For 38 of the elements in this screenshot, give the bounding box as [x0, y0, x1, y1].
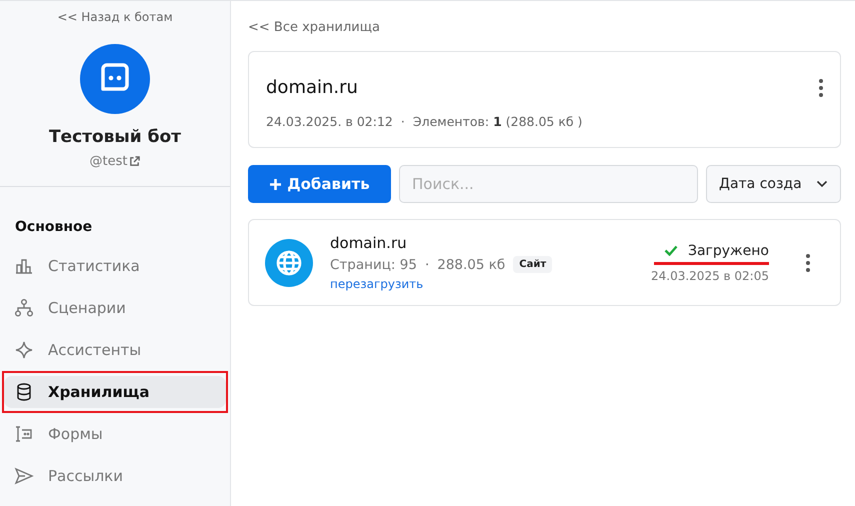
more-icon[interactable]: [819, 78, 823, 96]
section-title: Основное: [14, 219, 94, 237]
storage-summary: Элементов: 1 (288.05 кб ): [412, 114, 582, 129]
reload-link[interactable]: перезагрузить: [330, 277, 634, 291]
back-link[interactable]: << Все хранилища: [248, 20, 841, 35]
nav-item[interactable]: Статистика: [4, 250, 226, 282]
status-label: Загружено: [654, 242, 769, 264]
item-title: domain.ru: [330, 234, 408, 252]
nav-item[interactable]: Сценарии: [4, 292, 226, 324]
type-tag: Сайт: [513, 256, 552, 273]
nav-item[interactable]: Рассылки: [4, 460, 226, 492]
chevron-down-icon: [816, 180, 828, 188]
external-link-icon[interactable]: [129, 156, 140, 167]
search-field[interactable]: Поиск...: [399, 165, 698, 203]
item-size: 288.05 кб: [437, 256, 506, 272]
nav-item[interactable]: Ассистенты: [4, 334, 226, 366]
separator-dot: ·: [424, 256, 430, 272]
hierarchy-icon: [14, 298, 34, 318]
storage-title: domain.ru: [266, 77, 358, 98]
bot-avatar-icon: [80, 44, 150, 114]
globe-icon: [265, 238, 313, 286]
nav-item[interactable]: Формы: [4, 418, 226, 450]
plus-icon: [269, 178, 282, 190]
form-icon: [14, 424, 34, 444]
back-link[interactable]: << Назад к ботам: [57, 10, 173, 24]
add-button[interactable]: Добавить: [248, 165, 391, 203]
bot-handle: @test: [90, 154, 128, 169]
send-icon: [14, 466, 34, 486]
more-icon[interactable]: [806, 254, 810, 272]
sort-dropdown[interactable]: Дата созда: [706, 165, 841, 203]
bot-name: Тестовый бот: [48, 127, 182, 147]
check-icon: [664, 245, 678, 256]
page-count: Страниц: 95: [330, 256, 417, 272]
sparkle-icon: [14, 340, 34, 360]
separator-dot: ·: [400, 114, 405, 129]
nav-item[interactable]: Хранилища: [4, 376, 226, 408]
storage-date: 24.03.2025. в 02:12: [266, 114, 393, 129]
item-date: 24.03.2025 в 02:05: [651, 268, 769, 282]
